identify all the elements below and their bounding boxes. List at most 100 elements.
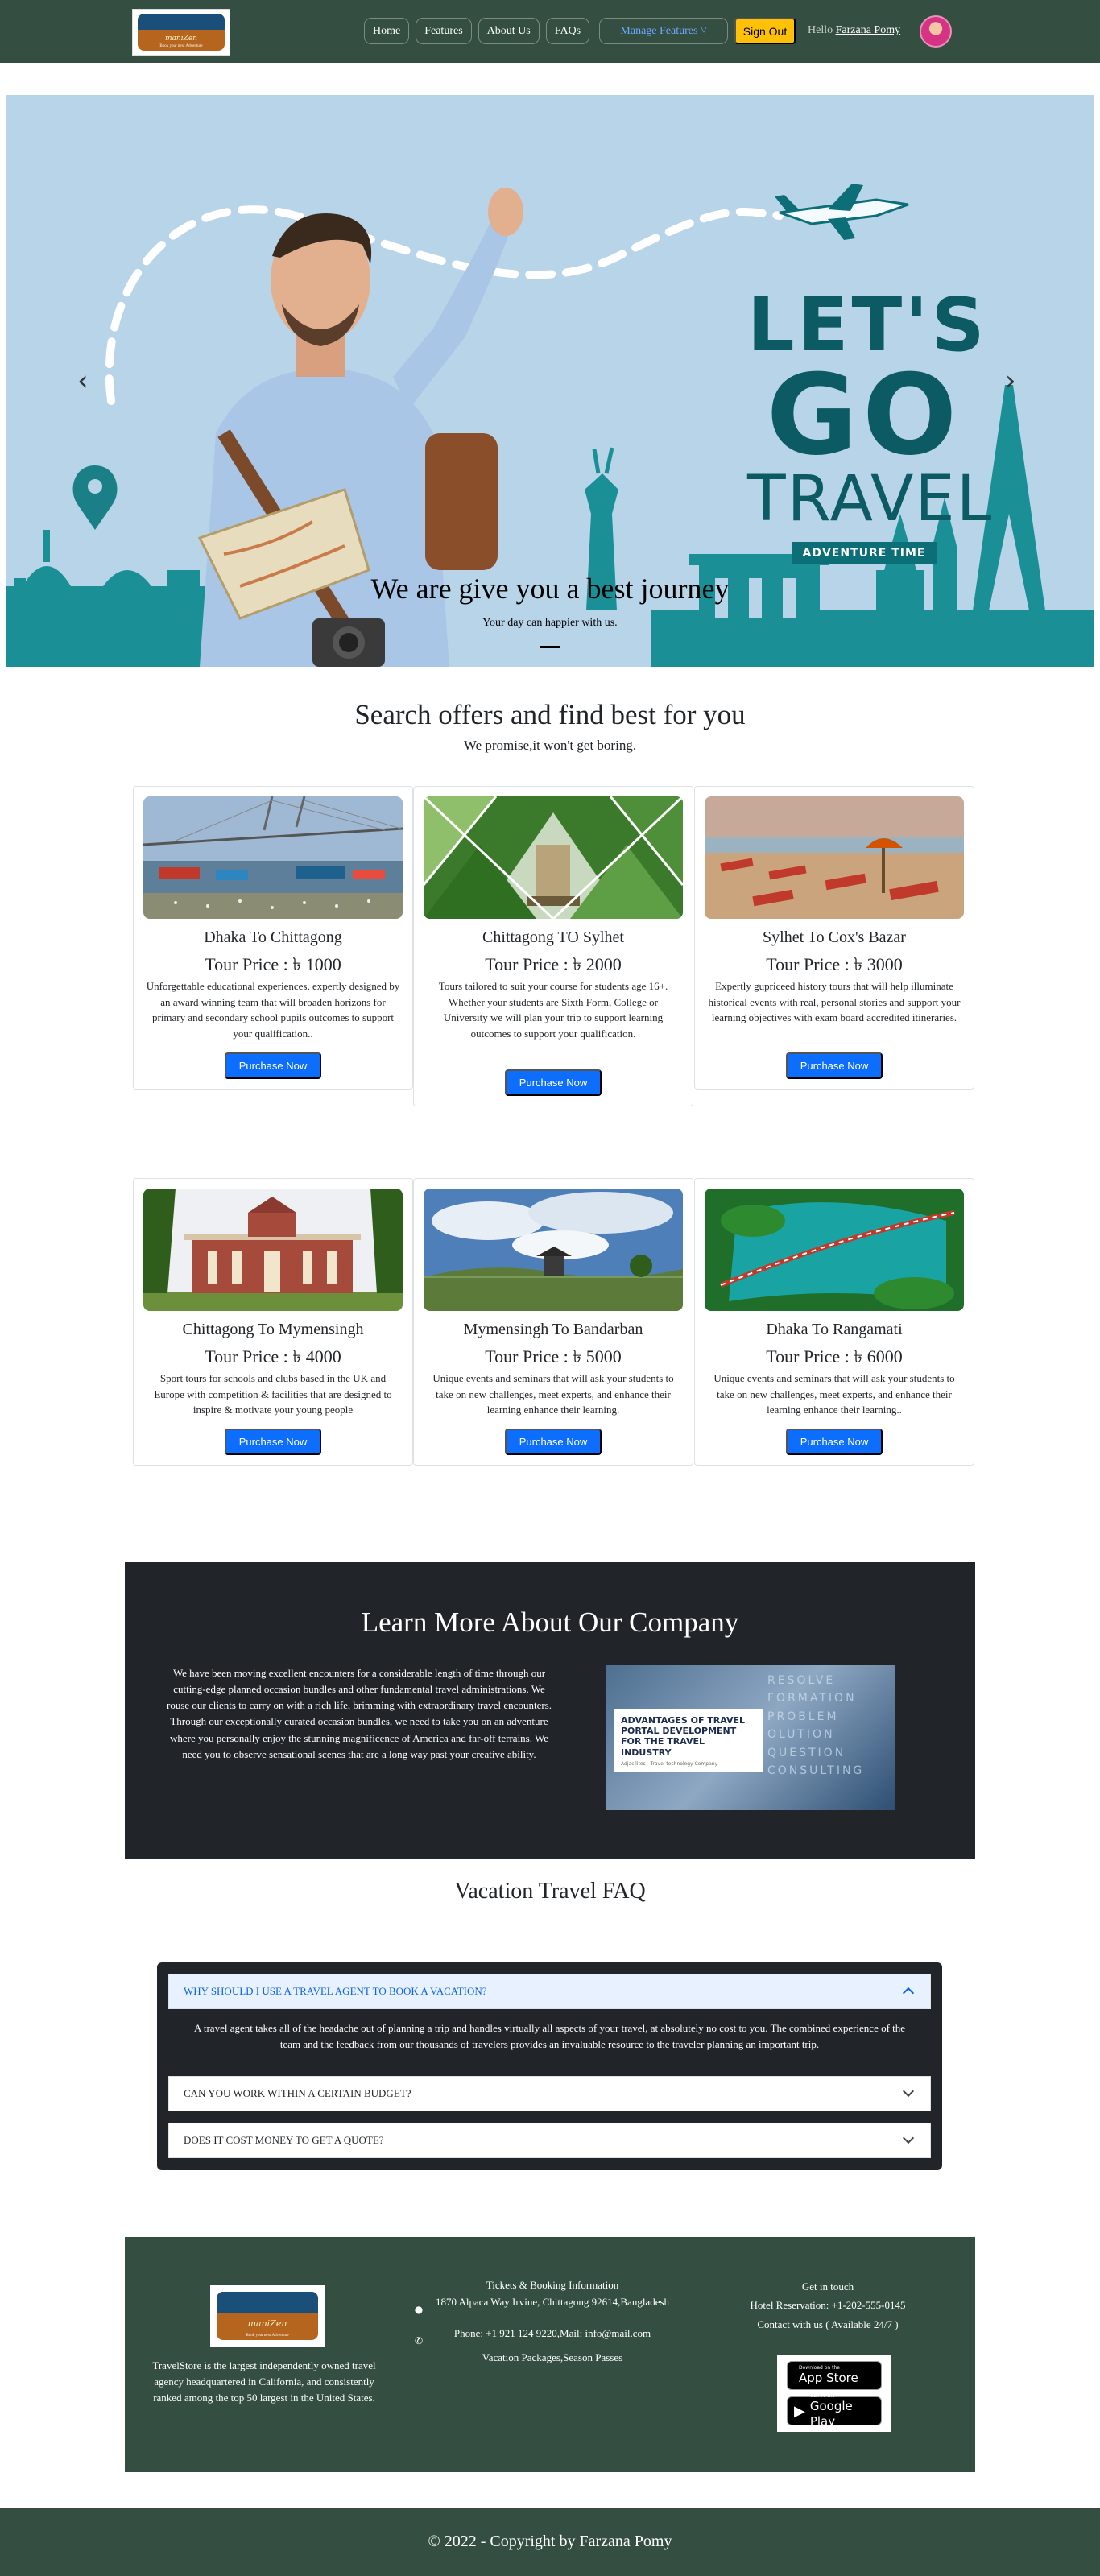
company-image-caption: ADVANTAGES OF TRAVEL PORTAL DEVELOPMENT … bbox=[614, 1709, 763, 1772]
card-title: Dhaka To Rangamati bbox=[766, 1321, 903, 1338]
adventure-time-badge: ADVENTURE TIME bbox=[791, 542, 937, 565]
card-title: Mymensingh To Bandarban bbox=[463, 1321, 643, 1338]
card-price: Tour Price : ৳ 1000 bbox=[205, 954, 341, 974]
avatar[interactable] bbox=[920, 15, 952, 48]
lets-go-travel-graphic: LET'S GO TRAVEL ADVENTURE TIME bbox=[747, 288, 994, 565]
nav-features[interactable]: Features bbox=[416, 18, 472, 44]
footer-phone: Phone: +1 921 124 9220,Mail: info@mail.c… bbox=[453, 2326, 651, 2339]
site-logo[interactable]: maniZen Book your next Adventure bbox=[132, 9, 230, 56]
offer-card: Dhaka To Rangamati Tour Price : ৳ 6000 U… bbox=[694, 1178, 974, 1466]
footer-address: 1870 Alpaca Way Irvine, Chittagong 92614… bbox=[435, 2295, 670, 2308]
hero-caption-title: We are give you a best journey bbox=[370, 573, 730, 605]
hotel-reservation: Hotel Reservation: +1-202-555-0145 bbox=[750, 2299, 906, 2312]
card-description: Unique events and seminars that will ask… bbox=[432, 1372, 674, 1416]
google-play-icon: ▶ bbox=[794, 2402, 805, 2420]
card-image-beach bbox=[705, 796, 964, 919]
offers-subtitle: We promise,it won't get boring. bbox=[463, 738, 637, 753]
carousel-next-icon[interactable]: › bbox=[1005, 365, 1016, 397]
get-in-touch-heading: Get in touch bbox=[801, 2280, 854, 2293]
faq-question-text: WHY SHOULD I USE A TRAVEL AGENT TO BOOK … bbox=[184, 1985, 487, 1997]
carousel-indicator[interactable] bbox=[540, 646, 560, 648]
carousel-prev-icon[interactable]: ‹ bbox=[77, 365, 89, 397]
faq-question-text: DOES IT COST MONEY TO GET A QUOTE? bbox=[184, 2134, 384, 2146]
chevron-down-icon bbox=[902, 2132, 915, 2144]
sign-out-button[interactable]: Sign Out bbox=[734, 18, 796, 44]
card-image-lake-bridge bbox=[705, 1189, 964, 1311]
faq-title: Vacation Travel FAQ bbox=[454, 1879, 646, 1904]
contact-availability: Contact with us ( Available 24/7 ) bbox=[757, 2318, 899, 2330]
copyright-bar: © 2022 - Copyright by Farzana Pomy bbox=[0, 2508, 1100, 2576]
faq-question-quote[interactable]: DOES IT COST MONEY TO GET A QUOTE? bbox=[168, 2123, 931, 2158]
github-icon[interactable]: ● bbox=[413, 2302, 424, 2315]
card-title: Dhaka To Chittagong bbox=[204, 928, 342, 946]
company-image-words: RESOLVE FORMATION PROBLEM OLUTION QUESTI… bbox=[767, 1674, 865, 1777]
faq-question-budget[interactable]: CAN YOU WORK WITHIN A CERTAIN BUDGET? bbox=[168, 2076, 931, 2111]
hero-caption: We are give you a best journey Your day … bbox=[6, 572, 1094, 630]
footer-about: TravelStore is the largest independently… bbox=[152, 2359, 376, 2404]
nav-faqs[interactable]: FAQs bbox=[545, 18, 590, 44]
purchase-now-button[interactable]: Purchase Now bbox=[786, 1429, 883, 1455]
faq-question-text: CAN YOU WORK WITHIN A CERTAIN BUDGET? bbox=[184, 2087, 411, 2099]
google-play-label: Google Play bbox=[809, 2398, 853, 2429]
location-pin-icon bbox=[72, 465, 118, 530]
footer-logo[interactable]: maniZen Book your next Adventure bbox=[210, 2285, 325, 2347]
google-play-button[interactable]: ▶ GET IT ON Google Play bbox=[787, 2393, 882, 2429]
card-title: Sylhet To Cox's Bazar bbox=[763, 928, 906, 946]
purchase-now-button[interactable]: Purchase Now bbox=[786, 1052, 883, 1079]
card-price: Tour Price : ৳ 2000 bbox=[485, 954, 622, 974]
card-image-palace bbox=[143, 1189, 403, 1311]
offer-card: Dhaka To Chittagong Tour Price : ৳ 1000 … bbox=[133, 786, 413, 1090]
manage-features-dropdown[interactable]: Manage Features ˅ bbox=[599, 18, 729, 44]
footer-contact-info: Tickets & Booking Information ● 1870 Alp… bbox=[415, 2277, 680, 2367]
user-greeting: Hello Farzana Pomy bbox=[808, 24, 900, 37]
hero-caption-text: Your day can happier with us. bbox=[482, 617, 618, 629]
logo-text: maniZen bbox=[247, 2318, 287, 2329]
purchase-now-button[interactable]: Purchase Now bbox=[225, 1429, 321, 1455]
company-image: RESOLVE FORMATION PROBLEM OLUTION QUESTI… bbox=[606, 1665, 895, 1810]
card-description: Unique events and seminars that will ask… bbox=[713, 1372, 955, 1416]
card-price: Tour Price : ৳ 6000 bbox=[766, 1346, 903, 1367]
footer: maniZen Book your next Adventure TravelS… bbox=[125, 2237, 975, 2472]
chevron-down-icon bbox=[902, 2085, 915, 2098]
company-section: Learn More About Our Company We have bee… bbox=[125, 1562, 975, 1859]
tickets-heading: Tickets & Booking Information bbox=[486, 2279, 619, 2291]
card-title: Chittagong TO Sylhet bbox=[482, 928, 624, 946]
footer-get-in-touch: Get in touch Hotel Reservation: +1-202-5… bbox=[719, 2277, 937, 2334]
company-image-subtitle: Adjacilites - Travel technology Company bbox=[621, 1760, 718, 1767]
airplane-icon bbox=[775, 184, 909, 240]
offer-card: Mymensingh To Bandarban Tour Price : ৳ 5… bbox=[413, 1178, 693, 1466]
card-description: Sport tours for schools and clubs based … bbox=[154, 1372, 392, 1416]
card-image-bridge bbox=[143, 796, 403, 919]
faq-answer: A travel agent takes all of the headache… bbox=[193, 2022, 906, 2051]
company-image-title: ADVANTAGES OF TRAVEL PORTAL DEVELOPMENT … bbox=[621, 1715, 746, 1758]
card-price: Tour Price : ৳ 5000 bbox=[485, 1346, 622, 1367]
faq-question-travel-agent[interactable]: WHY SHOULD I USE A TRAVEL AGENT TO BOOK … bbox=[168, 1974, 931, 2009]
offer-card: Sylhet To Cox's Bazar Tour Price : ৳ 300… bbox=[694, 786, 974, 1090]
card-description: Unforgettable educational experiences, e… bbox=[146, 980, 400, 1040]
offer-card: Chittagong To Mymensingh Tour Price : ৳ … bbox=[133, 1178, 413, 1466]
travel-text: TRAVEL bbox=[747, 463, 994, 536]
user-name-link[interactable]: Farzana Pomy bbox=[836, 24, 900, 36]
purchase-now-button[interactable]: Purchase Now bbox=[505, 1429, 602, 1455]
app-store-button[interactable]: Download on the App Store bbox=[787, 2361, 882, 2390]
card-description: Tours tailored to suit your course for s… bbox=[438, 980, 668, 1040]
hello-label: Hello bbox=[808, 24, 833, 36]
card-title: Chittagong To Mymensingh bbox=[182, 1321, 364, 1338]
offer-card: Chittagong TO Sylhet Tour Price : ৳ 2000… bbox=[413, 786, 693, 1106]
hero-carousel: LET'S GO TRAVEL ADVENTURE TIME ‹ › We ar… bbox=[6, 95, 1094, 667]
card-description: Expertly gupriceed history tours that wi… bbox=[708, 980, 961, 1023]
purchase-now-button[interactable]: Purchase Now bbox=[225, 1052, 321, 1079]
app-store-badges: Download on the App Store ▶ GET IT ON Goog… bbox=[777, 2355, 891, 2432]
purchase-now-button[interactable]: Purchase Now bbox=[505, 1069, 602, 1096]
chevron-up-icon bbox=[902, 1987, 915, 1999]
app-store-label: App Store bbox=[799, 2371, 858, 2385]
nav-about-us[interactable]: About Us bbox=[478, 18, 540, 44]
nav-links: Home Features About Us FAQs Manage Featu… bbox=[364, 18, 729, 44]
nav-home[interactable]: Home bbox=[364, 18, 410, 44]
card-price: Tour Price : ৳ 4000 bbox=[205, 1346, 341, 1367]
offers-title: Search offers and find best for you bbox=[354, 699, 746, 730]
faq-accordion: WHY SHOULD I USE A TRAVEL AGENT TO BOOK … bbox=[157, 1962, 942, 2170]
logo-badge: maniZen Book your next Adventure bbox=[217, 2292, 318, 2340]
card-image-monument bbox=[424, 796, 683, 919]
go-text: GO bbox=[766, 350, 962, 480]
